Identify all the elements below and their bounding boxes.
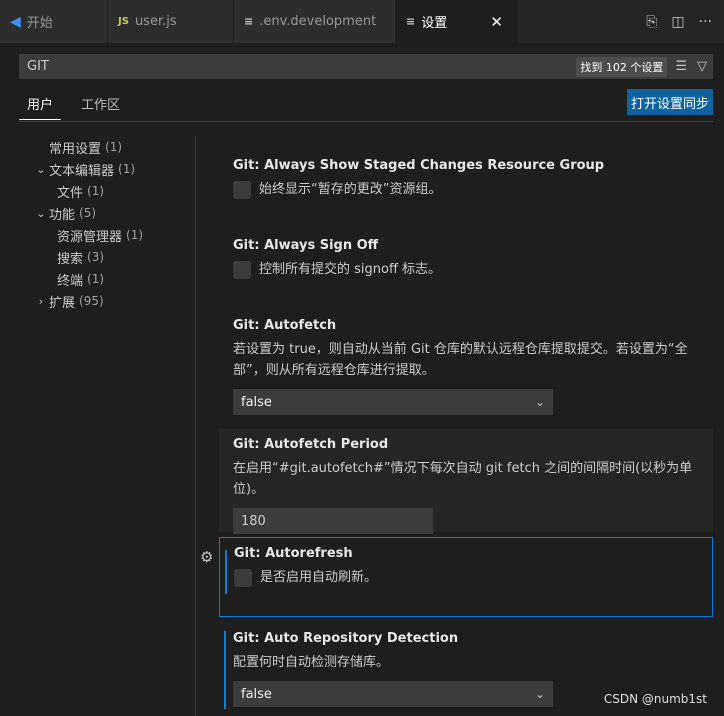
autofetch-dropdown[interactable]: false ⌄ (233, 389, 553, 415)
toc-item-search[interactable]: 搜索 (3) (0, 246, 195, 268)
tab-label: user.js (134, 14, 177, 29)
toc-item-explorer[interactable]: 资源管理器 (1) (0, 224, 195, 246)
modified-indicator (225, 550, 227, 594)
editor-actions: ⎘ ◫ ··· (646, 0, 724, 43)
more-actions-icon[interactable]: ··· (699, 14, 712, 30)
setting-description: 始终显示“暂存的更改”资源组。 (259, 182, 442, 197)
setting-autofetch-period: Git: Autofetch Period 在启用“#git.autofetch… (219, 429, 713, 534)
toc-label: 文本编辑器 (49, 163, 115, 179)
toc-item-terminal[interactable]: 终端 (1) (0, 268, 195, 290)
toc-count: (3) (87, 250, 105, 264)
setting-checkbox[interactable] (234, 568, 252, 587)
split-editor-icon[interactable]: ◫ (671, 14, 684, 30)
divider (19, 121, 713, 122)
toc-count: (1) (105, 140, 123, 154)
toc-count: (5) (79, 206, 97, 220)
setting-checkbox[interactable] (233, 180, 251, 199)
setting-always-show-staged: Git: Always Show Staged Changes Resource… (219, 150, 713, 208)
tab-env-development[interactable]: ≡ .env.development (234, 0, 396, 43)
clear-filter-icon[interactable]: ☰ (675, 59, 687, 74)
setting-description: 在启用“#git.autofetch#”情况下每次自动 git fetch 之间… (233, 461, 693, 497)
tab-user-js[interactable]: JS user.js (108, 0, 234, 43)
toc-item-extensions[interactable]: › 扩展 (95) (0, 290, 195, 312)
tab-welcome[interactable]: ◀ 开始 (0, 0, 108, 43)
repository-detection-dropdown[interactable]: false ⌄ (233, 681, 553, 707)
watermark: CSDN @numb1st (603, 692, 707, 706)
tab-settings[interactable]: ≡ 设置 ✕ (396, 0, 518, 43)
toc-label: 终端 (57, 273, 84, 289)
toc-item-commonly-used[interactable]: 常用设置 (1) (0, 136, 195, 158)
setting-title: Git: Autorefresh (234, 546, 353, 561)
setting-title: Git: Autofetch (233, 318, 337, 333)
setting-description: 是否启用自动刷新。 (260, 570, 378, 585)
toc-item-text-editor[interactable]: ⌄ 文本编辑器 (1) (0, 158, 195, 180)
toc-label: 常用设置 (49, 141, 102, 157)
setting-checkbox[interactable] (233, 260, 251, 279)
chevron-right-icon[interactable]: › (33, 295, 49, 308)
autofetch-period-input[interactable]: 180 (233, 508, 433, 534)
js-file-icon: JS (118, 16, 129, 27)
tab-label: 开始 (26, 16, 53, 31)
result-count-badge: 找到 102 个设置 (576, 56, 668, 77)
toc-label: 扩展 (49, 295, 76, 311)
chevron-down-icon: ⌄ (534, 395, 545, 409)
modified-indicator (224, 631, 226, 709)
toc-label: 资源管理器 (57, 229, 123, 245)
toc-divider (195, 136, 196, 716)
setting-autofetch: Git: Autofetch 若设置为 true，则自动从当前 Git 仓库的默… (219, 310, 713, 423)
toc-count: (95) (79, 294, 104, 308)
setting-description: 配置何时自动检测存储库。 (233, 655, 390, 670)
settings-file-icon: ≡ (406, 15, 416, 28)
tab-workspace[interactable]: 工作区 (73, 94, 128, 120)
chevron-down-icon[interactable]: ⌄ (33, 207, 49, 220)
setting-title: Git: Always Show Staged Changes Resource… (233, 158, 605, 173)
turn-on-settings-sync-button[interactable]: 打开设置同步 (627, 89, 713, 115)
gear-icon[interactable]: ⚙ (200, 548, 213, 566)
toc-count: (1) (118, 162, 136, 176)
dropdown-value: false (241, 394, 272, 410)
settings-search-box[interactable]: GIT 找到 102 个设置 ☰ ▽ (19, 54, 713, 79)
filter-icon[interactable]: ▽ (697, 59, 707, 74)
chevron-down-icon[interactable]: ⌄ (33, 163, 49, 176)
env-file-icon: ≡ (244, 15, 254, 28)
tab-user[interactable]: 用户 (19, 94, 62, 120)
setting-title: Git: Always Sign Off (233, 238, 379, 253)
toc-count: (1) (126, 228, 144, 242)
close-icon[interactable]: ✕ (490, 13, 503, 31)
tab-label: .env.development (259, 14, 377, 29)
setting-always-sign-off: Git: Always Sign Off 控制所有提交的 signoff 标志。 (219, 230, 713, 288)
toc-label: 文件 (57, 185, 84, 201)
dropdown-value: false (241, 686, 272, 702)
toc-item-files[interactable]: 文件 (1) (0, 180, 195, 202)
toc-count: (1) (87, 184, 105, 198)
tab-label: 设置 (421, 16, 448, 31)
setting-title: Git: Autofetch Period (233, 437, 389, 452)
toc-item-features[interactable]: ⌄ 功能 (5) (0, 202, 195, 224)
setting-description: 控制所有提交的 signoff 标志。 (259, 262, 442, 277)
setting-autorefresh: Git: Autorefresh 是否启用自动刷新。 (219, 537, 713, 617)
editor-tab-bar: ◀ 开始 JS user.js ≡ .env.development ≡ 设置 … (0, 0, 724, 43)
setting-description: 若设置为 true，则自动从当前 Git 仓库的默认远程仓库提取提交。若设置为“… (233, 342, 688, 378)
open-settings-json-icon[interactable]: ⎘ (646, 14, 657, 30)
toc-count: (1) (87, 272, 105, 286)
settings-toc: 常用设置 (1) ⌄ 文本编辑器 (1) 文件 (1) ⌄ 功能 (5) 资源管理器 (1… (0, 136, 195, 312)
chevron-down-icon: ⌄ (534, 687, 545, 701)
search-input[interactable]: GIT (27, 59, 576, 74)
toc-label: 功能 (49, 207, 76, 223)
vscode-logo-icon: ◀ (10, 13, 21, 30)
toc-label: 搜索 (57, 251, 84, 267)
settings-scope-tabs: 用户 工作区 (19, 94, 128, 120)
setting-title: Git: Auto Repository Detection (233, 631, 459, 646)
